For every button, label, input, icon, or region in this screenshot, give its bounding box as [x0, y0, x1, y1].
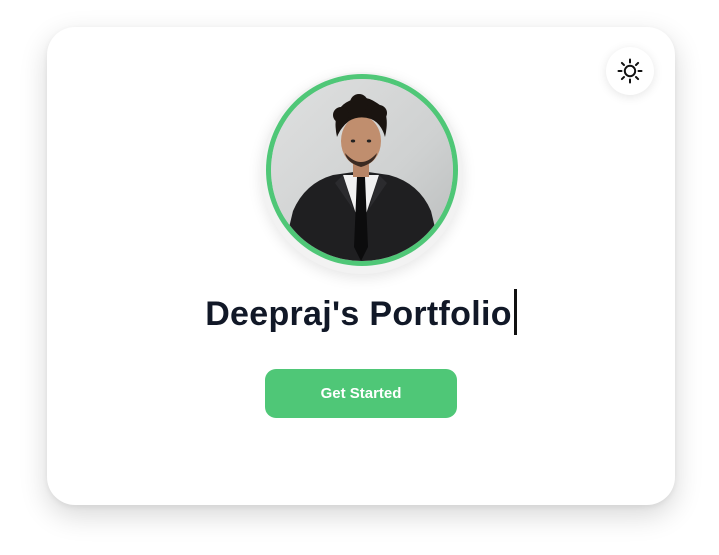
get-started-button[interactable]: Get Started [265, 369, 457, 418]
profile-photo [271, 79, 453, 261]
theme-toggle-button[interactable] [606, 47, 654, 95]
title-row: Deepraj's Portfolio [47, 289, 675, 336]
page-title: Deepraj's Portfolio [205, 295, 512, 333]
typing-caret [513, 289, 517, 335]
avatar [271, 79, 453, 261]
sun-icon [617, 58, 643, 84]
portfolio-card: Deepraj's Portfolio Get Started [47, 27, 675, 505]
